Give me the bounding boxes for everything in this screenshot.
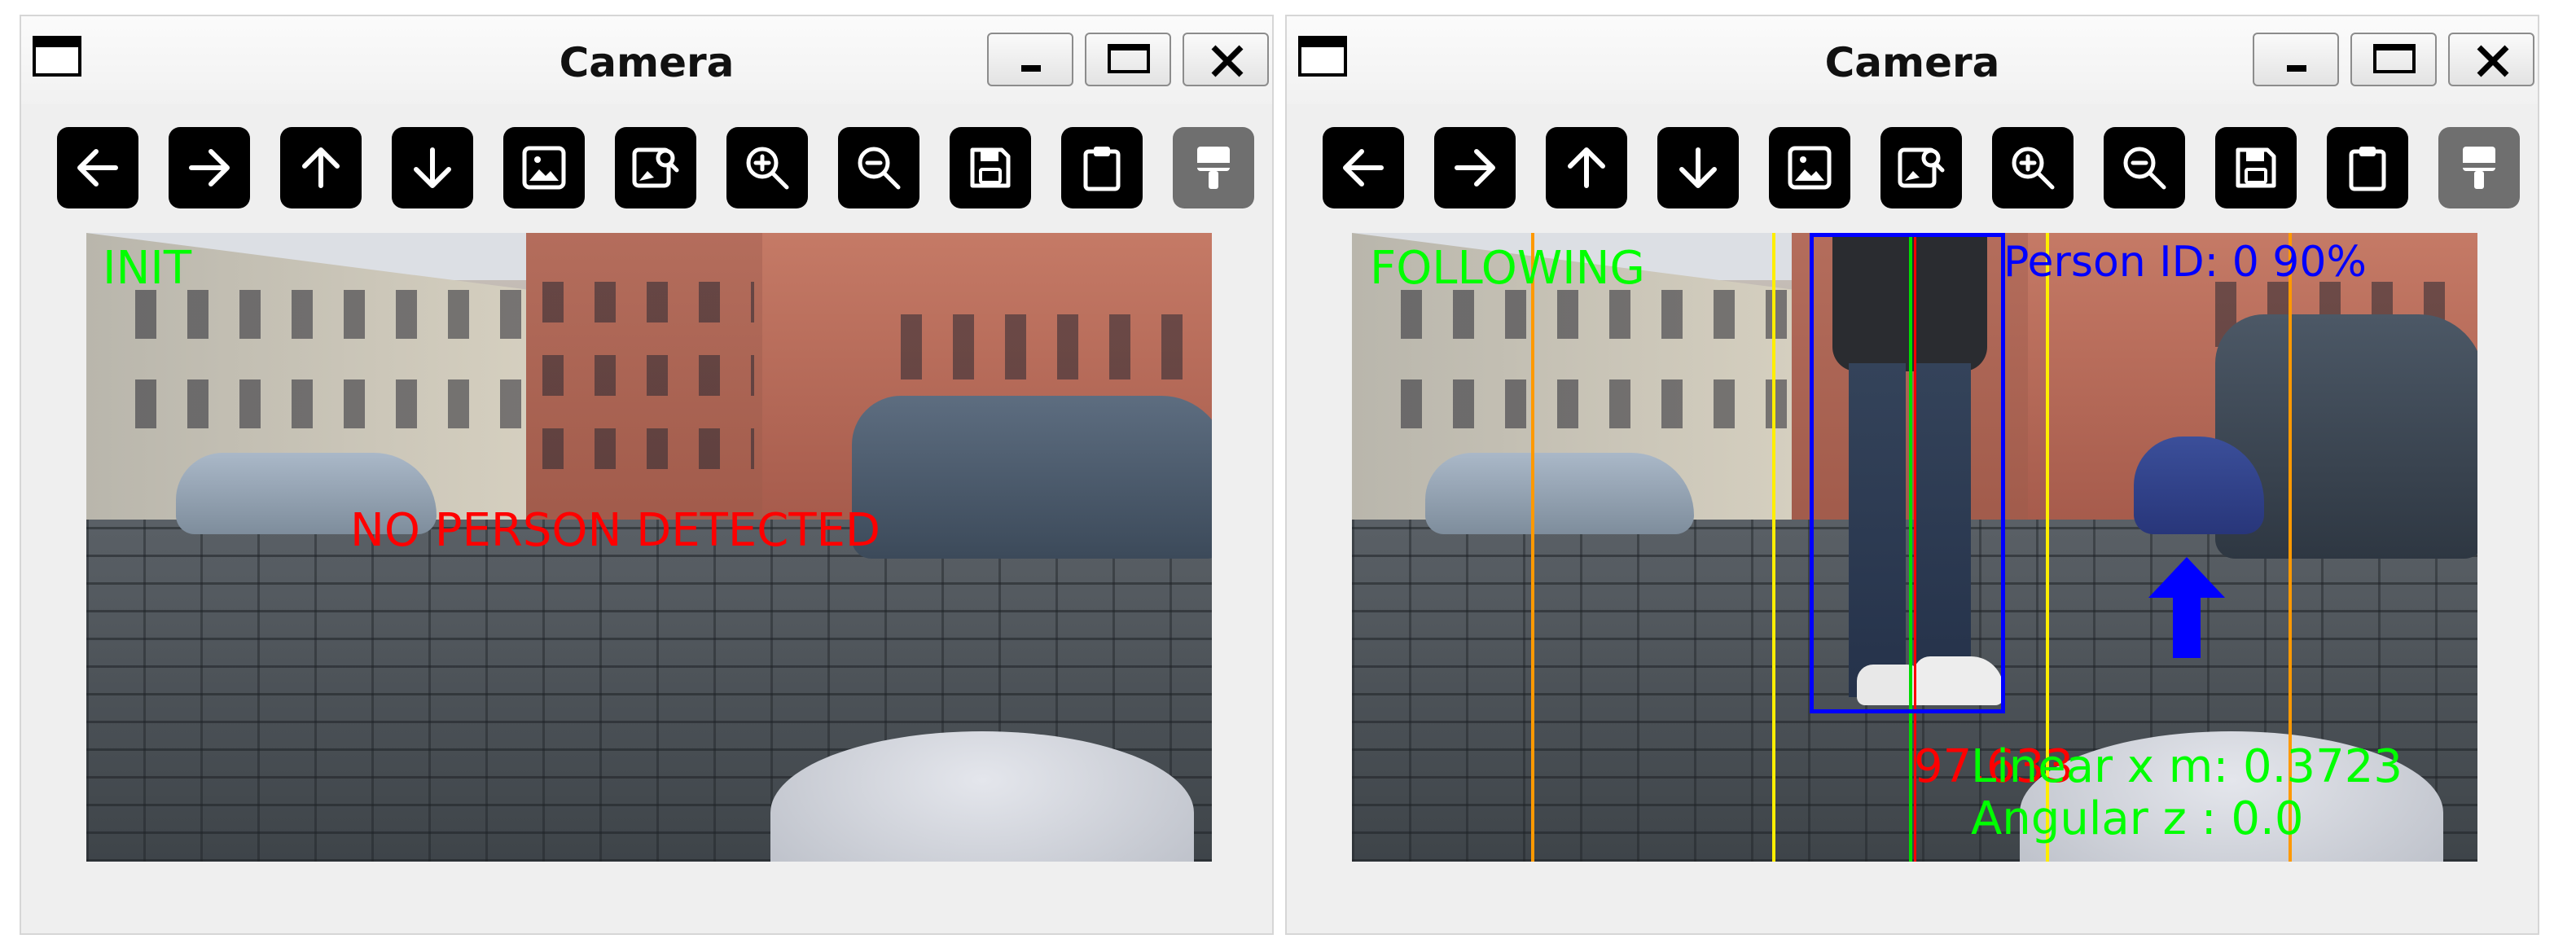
building-windows [901, 314, 1194, 379]
copy-to-clipboard-button[interactable] [2327, 127, 2408, 208]
zoom-out-icon [858, 147, 901, 190]
zoom-in-icon [746, 147, 789, 190]
building-windows [542, 355, 754, 396]
arrow-right-icon [1455, 149, 1495, 186]
desktop: Camera INIT NO PERSON DETECTED Camera FO… [0, 0, 2576, 952]
arrow-right-icon [189, 149, 230, 186]
state-label: FOLLOWING [1370, 242, 1645, 295]
camera-window-left: Camera INIT NO PERSON DETECTED [20, 15, 1274, 935]
copy-to-clipboard-button[interactable] [1061, 127, 1143, 208]
parked-car [852, 396, 1212, 559]
pan-right-button[interactable] [1434, 127, 1516, 208]
building-windows [1401, 379, 1792, 428]
paint-brush-icon [2463, 147, 2495, 189]
zoom-to-original-button[interactable] [615, 127, 696, 208]
paint-brush-icon [1197, 147, 1230, 189]
arrow-down-icon [1679, 147, 1717, 188]
color-mode-button[interactable] [2438, 127, 2520, 208]
toolbar [57, 127, 1254, 208]
camera-feed[interactable]: FOLLOWING Person ID: 0 90% 97.633 Linear… [1352, 233, 2477, 862]
color-mode-button[interactable] [1173, 127, 1254, 208]
save-icon [2236, 147, 2276, 188]
save-icon [970, 147, 1011, 188]
arrow-up-icon [302, 147, 340, 188]
guide-line-yellow [1772, 233, 1775, 862]
parked-car [1425, 453, 1694, 534]
title-bar[interactable]: Camera [1287, 16, 2538, 104]
zoom-in-button[interactable] [726, 127, 808, 208]
image-search-icon [632, 147, 679, 188]
guide-line-orange [1531, 233, 1534, 862]
zoom-out-icon [2123, 147, 2166, 190]
pan-up-button[interactable] [1546, 127, 1627, 208]
zoom-out-button[interactable] [2104, 127, 2185, 208]
zoom-to-original-button[interactable] [1880, 127, 1962, 208]
minimize-button[interactable] [2253, 33, 2339, 86]
save-button[interactable] [2215, 127, 2297, 208]
minimize-button[interactable] [987, 33, 1073, 86]
zoom-in-button[interactable] [1992, 127, 2074, 208]
building-windows [135, 290, 526, 339]
clipboard-icon [2349, 147, 2386, 191]
title-bar[interactable]: Camera [21, 16, 1272, 104]
angular-velocity-label: Angular z : 0.0 [1971, 792, 2304, 845]
maximize-button[interactable] [1085, 33, 1171, 86]
zoom-in-icon [2012, 147, 2055, 190]
building-windows [135, 379, 526, 428]
camera-feed[interactable]: INIT NO PERSON DETECTED [86, 233, 1212, 862]
close-button[interactable] [2448, 33, 2534, 86]
pan-right-button[interactable] [169, 127, 250, 208]
building-windows [542, 428, 754, 469]
person-bounding-box [1810, 233, 2005, 713]
save-button[interactable] [950, 127, 1031, 208]
zoom-to-fit-button[interactable] [503, 127, 585, 208]
image-icon [1788, 146, 1832, 190]
pan-left-button[interactable] [57, 127, 138, 208]
state-label: INIT [103, 242, 192, 295]
detection-message: NO PERSON DETECTED [350, 504, 881, 557]
arrow-down-icon [414, 147, 451, 188]
pan-down-button[interactable] [392, 127, 473, 208]
pan-up-button[interactable] [280, 127, 362, 208]
image-icon [522, 146, 566, 190]
zoom-to-fit-button[interactable] [1769, 127, 1850, 208]
close-icon [2477, 45, 2509, 77]
pan-down-button[interactable] [1657, 127, 1739, 208]
close-button[interactable] [1183, 33, 1269, 86]
zoom-out-button[interactable] [838, 127, 919, 208]
linear-velocity-label: Linear x m: 0.3723 [1971, 740, 2403, 793]
direction-arrow-icon [2148, 557, 2225, 658]
toolbar [1323, 127, 2520, 208]
image-search-icon [1898, 147, 1945, 188]
clipboard-icon [1083, 147, 1121, 191]
person-id-label: Person ID: 0 90% [2003, 238, 2367, 287]
maximize-button[interactable] [2350, 33, 2437, 86]
arrow-left-icon [1343, 149, 1384, 186]
camera-window-right: Camera FOLLOWING Person ID: 0 90% 97.633… [1285, 15, 2539, 935]
building-windows [542, 282, 754, 322]
close-icon [1211, 45, 1244, 77]
arrow-up-icon [1568, 147, 1605, 188]
building-windows [1401, 290, 1792, 339]
pan-left-button[interactable] [1323, 127, 1404, 208]
arrow-left-icon [77, 149, 118, 186]
